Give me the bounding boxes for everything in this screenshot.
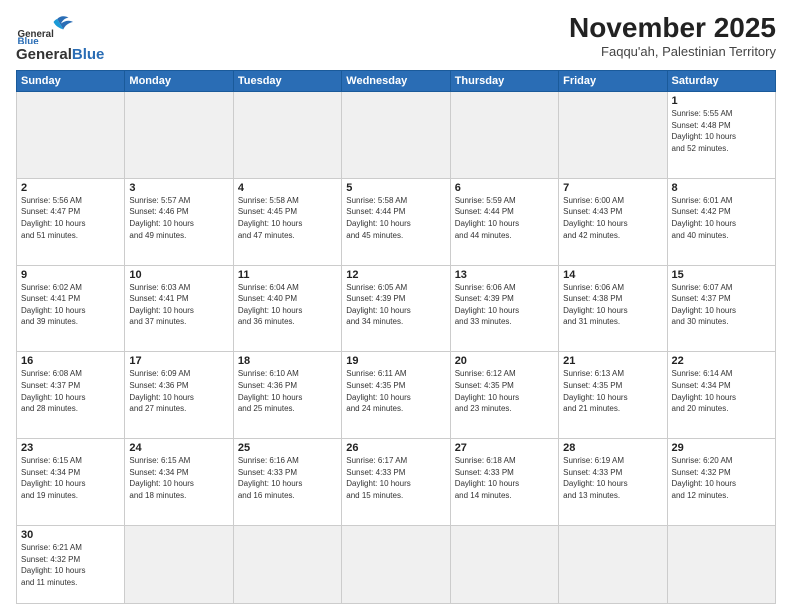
day-6: 6 Sunrise: 5:59 AMSunset: 4:44 PMDayligh… — [450, 178, 558, 265]
day-21: 21 Sunrise: 6:13 AMSunset: 4:35 PMDaylig… — [559, 352, 667, 439]
day-29: 29 Sunrise: 6:20 AMSunset: 4:32 PMDaylig… — [667, 439, 775, 526]
logo: General Blue GeneralBlue — [16, 12, 104, 64]
day-11: 11 Sunrise: 6:04 AMSunset: 4:40 PMDaylig… — [233, 265, 341, 352]
day-12: 12 Sunrise: 6:05 AMSunset: 4:39 PMDaylig… — [342, 265, 450, 352]
day-1: 1 Sunrise: 5:55 AMSunset: 4:48 PMDayligh… — [667, 92, 775, 179]
day-15: 15 Sunrise: 6:07 AMSunset: 4:37 PMDaylig… — [667, 265, 775, 352]
day-27: 27 Sunrise: 6:18 AMSunset: 4:33 PMDaylig… — [450, 439, 558, 526]
day-30: 30 Sunrise: 6:21 AMSunset: 4:32 PMDaylig… — [17, 526, 125, 604]
week-row-1: 1 Sunrise: 5:55 AMSunset: 4:48 PMDayligh… — [17, 92, 776, 179]
day-20: 20 Sunrise: 6:12 AMSunset: 4:35 PMDaylig… — [450, 352, 558, 439]
day-26: 26 Sunrise: 6:17 AMSunset: 4:33 PMDaylig… — [342, 439, 450, 526]
day-19: 19 Sunrise: 6:11 AMSunset: 4:35 PMDaylig… — [342, 352, 450, 439]
week-row-6: 30 Sunrise: 6:21 AMSunset: 4:32 PMDaylig… — [17, 526, 776, 604]
day-3: 3 Sunrise: 5:57 AMSunset: 4:46 PMDayligh… — [125, 178, 233, 265]
header-sunday: Sunday — [17, 71, 125, 92]
day-14: 14 Sunrise: 6:06 AMSunset: 4:38 PMDaylig… — [559, 265, 667, 352]
day-28: 28 Sunrise: 6:19 AMSunset: 4:33 PMDaylig… — [559, 439, 667, 526]
day-22: 22 Sunrise: 6:14 AMSunset: 4:34 PMDaylig… — [667, 352, 775, 439]
weekday-header-row: Sunday Monday Tuesday Wednesday Thursday… — [17, 71, 776, 92]
header-saturday: Saturday — [667, 71, 775, 92]
day-2: 2 Sunrise: 5:56 AMSunset: 4:47 PMDayligh… — [17, 178, 125, 265]
day-18: 18 Sunrise: 6:10 AMSunset: 4:36 PMDaylig… — [233, 352, 341, 439]
svg-text:Blue: Blue — [18, 37, 40, 45]
logo-blue: Blue — [72, 46, 105, 63]
calendar-table: Sunday Monday Tuesday Wednesday Thursday… — [16, 70, 776, 604]
day-5: 5 Sunrise: 5:58 AMSunset: 4:44 PMDayligh… — [342, 178, 450, 265]
day-8: 8 Sunrise: 6:01 AMSunset: 4:42 PMDayligh… — [667, 178, 775, 265]
day-24: 24 Sunrise: 6:15 AMSunset: 4:34 PMDaylig… — [125, 439, 233, 526]
week-row-2: 2 Sunrise: 5:56 AMSunset: 4:47 PMDayligh… — [17, 178, 776, 265]
empty-cell — [125, 92, 233, 179]
empty-cell — [125, 526, 233, 604]
empty-cell — [233, 526, 341, 604]
day-10: 10 Sunrise: 6:03 AMSunset: 4:41 PMDaylig… — [125, 265, 233, 352]
day-25: 25 Sunrise: 6:16 AMSunset: 4:33 PMDaylig… — [233, 439, 341, 526]
empty-cell — [667, 526, 775, 604]
week-row-5: 23 Sunrise: 6:15 AMSunset: 4:34 PMDaylig… — [17, 439, 776, 526]
empty-cell — [450, 92, 558, 179]
day-17: 17 Sunrise: 6:09 AMSunset: 4:36 PMDaylig… — [125, 352, 233, 439]
header-wednesday: Wednesday — [342, 71, 450, 92]
day-13: 13 Sunrise: 6:06 AMSunset: 4:39 PMDaylig… — [450, 265, 558, 352]
empty-cell — [450, 526, 558, 604]
logo-general: General — [16, 46, 72, 63]
day-4: 4 Sunrise: 5:58 AMSunset: 4:45 PMDayligh… — [233, 178, 341, 265]
empty-cell — [17, 92, 125, 179]
page: General Blue GeneralBlue November 2025 F… — [0, 0, 792, 612]
week-row-3: 9 Sunrise: 6:02 AMSunset: 4:41 PMDayligh… — [17, 265, 776, 352]
header-thursday: Thursday — [450, 71, 558, 92]
empty-cell — [233, 92, 341, 179]
header-friday: Friday — [559, 71, 667, 92]
empty-cell — [342, 92, 450, 179]
day-16: 16 Sunrise: 6:08 AMSunset: 4:37 PMDaylig… — [17, 352, 125, 439]
empty-cell — [559, 526, 667, 604]
title-block: November 2025 Faqqu'ah, Palestinian Terr… — [569, 12, 776, 59]
logo-icon: General Blue — [16, 12, 76, 44]
month-title: November 2025 — [569, 12, 776, 44]
day-23: 23 Sunrise: 6:15 AMSunset: 4:34 PMDaylig… — [17, 439, 125, 526]
location-subtitle: Faqqu'ah, Palestinian Territory — [569, 44, 776, 59]
day-9: 9 Sunrise: 6:02 AMSunset: 4:41 PMDayligh… — [17, 265, 125, 352]
header: General Blue GeneralBlue November 2025 F… — [16, 12, 776, 64]
header-monday: Monday — [125, 71, 233, 92]
week-row-4: 16 Sunrise: 6:08 AMSunset: 4:37 PMDaylig… — [17, 352, 776, 439]
empty-cell — [559, 92, 667, 179]
header-tuesday: Tuesday — [233, 71, 341, 92]
day-7: 7 Sunrise: 6:00 AMSunset: 4:43 PMDayligh… — [559, 178, 667, 265]
empty-cell — [342, 526, 450, 604]
